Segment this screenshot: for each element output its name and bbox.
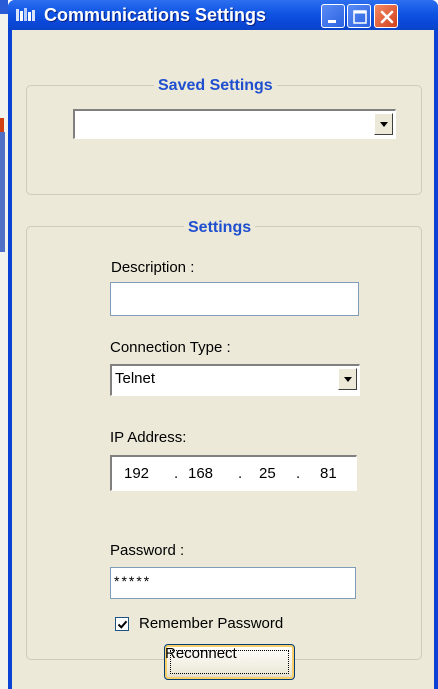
chevron-down-icon — [380, 122, 388, 127]
ip-address-label: IP Address: — [110, 429, 187, 446]
remember-password-label[interactable]: Remember Password — [139, 615, 283, 633]
ip-octet-3[interactable]: 25 — [259, 465, 276, 483]
password-label: Password : — [110, 542, 185, 559]
connection-type-label: Connection Type : — [110, 339, 231, 356]
ip-address-input[interactable]: 192 . 168 . 25 . 81 — [110, 455, 357, 491]
connection-type-value: Telnet — [115, 370, 156, 387]
maximize-button[interactable] — [347, 4, 371, 28]
saved-settings-title: Saved Settings — [154, 76, 277, 96]
app-icon — [16, 8, 35, 21]
background-decoration — [0, 132, 5, 252]
connection-type-dropdown[interactable]: Telnet — [110, 364, 360, 396]
remember-password-checkbox[interactable] — [115, 617, 129, 631]
ip-octet-1[interactable]: 192 — [124, 465, 149, 483]
settings-title: Settings — [184, 218, 256, 238]
description-input[interactable] — [110, 282, 359, 316]
maximize-icon — [353, 10, 367, 24]
background-decoration — [0, 118, 4, 132]
communications-settings-window: Communications Settings Saved Settings S… — [8, 0, 438, 689]
checkmark-icon — [117, 620, 128, 629]
close-button[interactable] — [374, 4, 398, 28]
dropdown-arrow-button[interactable] — [338, 368, 357, 390]
minimize-button[interactable] — [321, 4, 345, 28]
ip-octet-4[interactable]: 81 — [320, 465, 337, 483]
saved-settings-dropdown[interactable] — [73, 109, 396, 139]
window-title: Communications Settings — [44, 5, 267, 25]
ip-separator: . — [238, 465, 243, 482]
password-input[interactable]: ***** — [110, 567, 356, 599]
ip-separator: . — [296, 465, 301, 482]
reconnect-button-label: Reconnect — [165, 645, 237, 662]
background-decoration — [0, 0, 8, 14]
ip-separator: . — [174, 465, 179, 482]
minimize-icon — [328, 20, 336, 23]
chevron-down-icon — [344, 377, 352, 382]
title-bar[interactable]: Communications Settings — [8, 0, 438, 30]
window-client-area: Saved Settings Settings Description : Co… — [12, 30, 434, 689]
ip-octet-2[interactable]: 168 — [188, 465, 213, 483]
saved-settings-group — [26, 85, 422, 195]
dropdown-arrow-button[interactable] — [374, 113, 393, 135]
background-window-strip — [0, 0, 8, 689]
description-label: Description : — [111, 259, 195, 276]
close-icon — [380, 10, 394, 24]
password-value: ***** — [114, 573, 152, 589]
reconnect-button[interactable]: Reconnect — [164, 644, 295, 680]
